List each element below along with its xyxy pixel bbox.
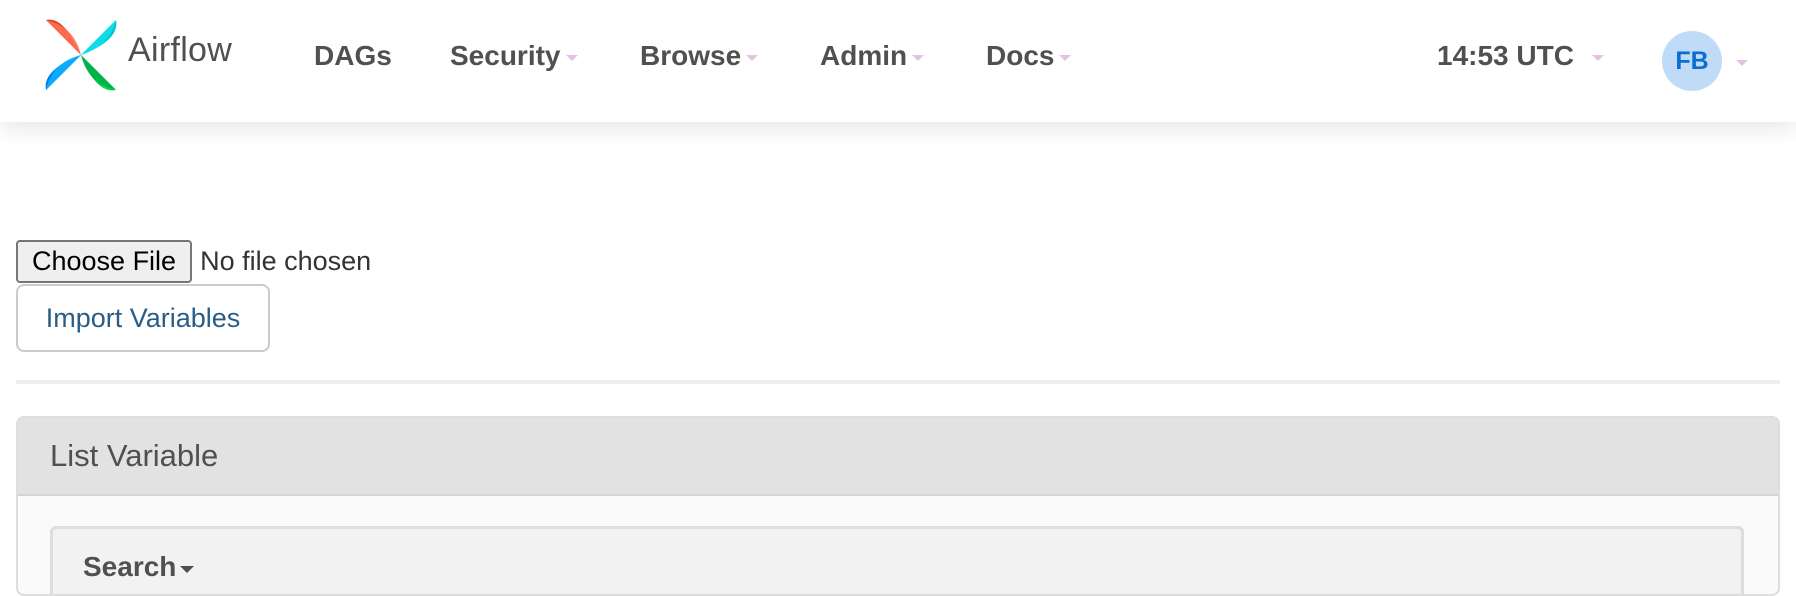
- file-input-row: Choose File No file chosen: [16, 240, 371, 283]
- caret-down-icon: [565, 55, 578, 61]
- file-status-text: No file chosen: [200, 246, 372, 276]
- nav-item-browse[interactable]: Browse: [640, 40, 759, 72]
- airflow-logo-icon: [45, 19, 117, 91]
- user-menu-dropdown[interactable]: FB: [1662, 31, 1748, 91]
- user-avatar: FB: [1662, 31, 1722, 91]
- nav-item-dags[interactable]: DAGs: [314, 40, 392, 72]
- top-navbar: Airflow DAGs Security Browse Admin Docs …: [0, 0, 1796, 122]
- section-divider: [16, 380, 1780, 384]
- import-variables-button[interactable]: Import Variables: [16, 284, 270, 352]
- nav-item-label: Admin: [820, 40, 908, 71]
- list-variable-panel: List Variable Search: [16, 416, 1780, 596]
- airflow-brand-link[interactable]: Airflow: [44, 18, 232, 92]
- caret-down-icon: [1591, 55, 1604, 61]
- nav-item-label: DAGs: [314, 40, 392, 71]
- search-widget: Search: [50, 526, 1744, 594]
- nav-item-security[interactable]: Security: [450, 40, 578, 72]
- nav-item-admin[interactable]: Admin: [820, 40, 925, 72]
- nav-item-label: Security: [450, 40, 561, 71]
- caret-down-icon: [746, 55, 759, 61]
- nav-item-label: Browse: [640, 40, 742, 71]
- search-label: Search: [83, 551, 177, 582]
- caret-down-icon: [912, 55, 925, 61]
- user-initials: FB: [1675, 46, 1709, 75]
- caret-down-icon: [180, 565, 195, 573]
- panel-title: List Variable: [50, 438, 219, 473]
- search-toggle-dropdown[interactable]: Search: [83, 551, 195, 583]
- nav-item-label: Docs: [986, 40, 1055, 71]
- brand-name: Airflow: [128, 30, 233, 69]
- nav-item-docs[interactable]: Docs: [986, 40, 1072, 72]
- panel-heading: List Variable: [18, 418, 1778, 496]
- caret-down-icon: [1059, 55, 1072, 61]
- caret-down-icon: [1736, 60, 1748, 66]
- timezone-clock-dropdown[interactable]: 14:53 UTC: [1437, 40, 1604, 72]
- choose-file-button[interactable]: Choose File: [16, 240, 193, 283]
- clock-text: 14:53 UTC: [1437, 40, 1574, 71]
